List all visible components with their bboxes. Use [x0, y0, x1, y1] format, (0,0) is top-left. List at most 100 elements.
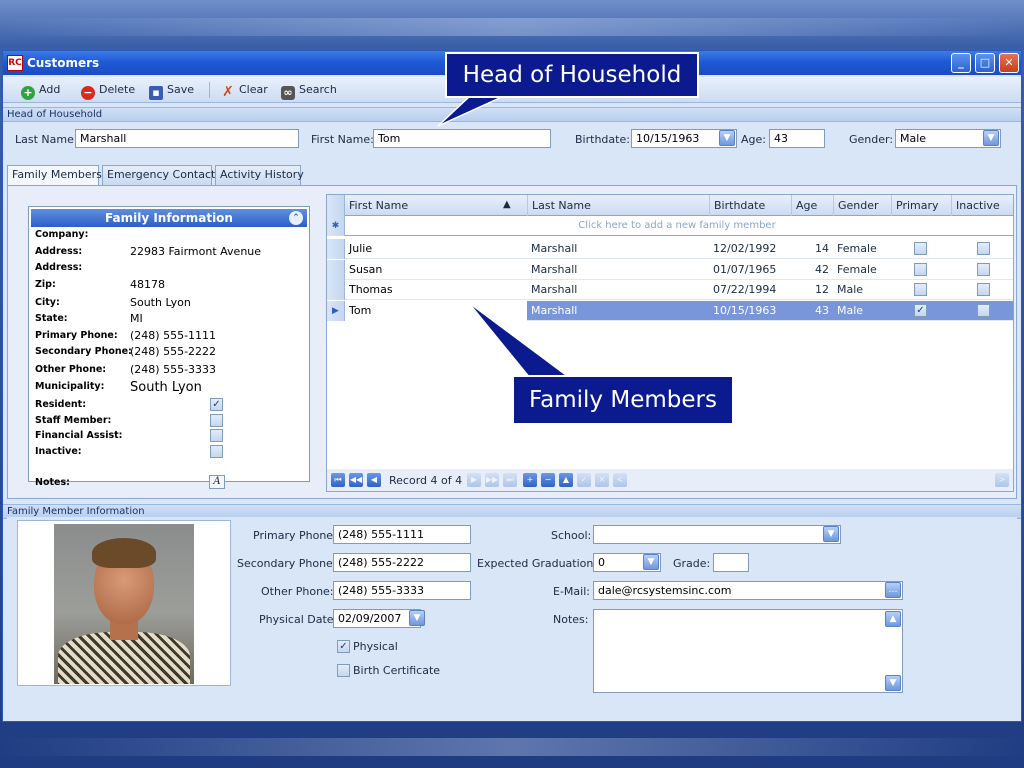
clear-button[interactable]: ✗ Clear: [221, 81, 268, 99]
family-members-callout-pointer: [467, 301, 573, 379]
grade-input[interactable]: [713, 553, 749, 572]
school-dropdown-button[interactable]: ▼: [823, 526, 839, 542]
inactive-checkbox[interactable]: [977, 283, 990, 296]
collapse-icon[interactable]: ⌃: [289, 211, 303, 225]
other-phone-input[interactable]: (248) 555-3333: [333, 581, 471, 600]
table-cell[interactable]: Thomas: [345, 280, 527, 300]
column-birthdate[interactable]: Birthdate: [709, 195, 791, 216]
row-indicator[interactable]: [327, 259, 345, 280]
primary-checkbox[interactable]: ✓: [914, 303, 927, 317]
search-button[interactable]: ∞ Search: [281, 81, 337, 100]
table-cell[interactable]: Marshall: [527, 280, 709, 300]
table-row[interactable]: Susan Marshall 01/07/1965 42 Female: [327, 259, 1013, 280]
info-flag-checkbox[interactable]: [210, 444, 223, 458]
email-ellipsis-button[interactable]: …: [885, 582, 901, 598]
table-cell[interactable]: 07/22/1994: [709, 280, 791, 300]
table-cell[interactable]: 12/02/1992: [709, 239, 791, 259]
tab-emergency-contacts[interactable]: Emergency Contacts: [102, 165, 221, 185]
info-field-value: 48178: [130, 277, 165, 291]
row-indicator[interactable]: [327, 280, 345, 300]
table-cell[interactable]: Female: [833, 239, 891, 259]
physical-checkbox[interactable]: ✓: [337, 640, 350, 653]
physical-date-dropdown-button[interactable]: ▼: [409, 610, 425, 626]
family-information-header: Family Information ⌃: [31, 209, 307, 227]
cancel-record-button[interactable]: ✕: [595, 473, 609, 487]
table-cell[interactable]: 12: [791, 280, 833, 300]
info-flag-checkbox[interactable]: ✓: [210, 398, 223, 411]
column-first-name[interactable]: First Name: [345, 195, 527, 216]
add-icon: +: [21, 86, 35, 100]
minimize-button[interactable]: _: [951, 53, 971, 73]
table-cell[interactable]: Julie: [345, 239, 527, 259]
delete-button[interactable]: − Delete: [81, 81, 135, 100]
row-indicator[interactable]: [327, 239, 345, 259]
primary-phone-input[interactable]: (248) 555-1111: [333, 525, 471, 544]
info-field-label: Other Phone:: [35, 364, 107, 375]
table-cell[interactable]: 14: [791, 239, 833, 259]
column-inactive[interactable]: Inactive: [951, 195, 1015, 216]
primary-checkbox[interactable]: [914, 283, 927, 296]
table-row[interactable]: Julie Marshall 12/02/1992 14 Female: [327, 239, 1013, 259]
table-cell[interactable]: 01/07/1965: [709, 260, 791, 280]
birthdate-dropdown-button[interactable]: ▼: [719, 130, 735, 146]
email-input[interactable]: dale@rcsystemsinc.com: [593, 581, 903, 600]
school-select[interactable]: [593, 525, 841, 544]
gender-label: Gender:: [849, 133, 894, 146]
notes-scroll-down-button[interactable]: ▼: [885, 675, 901, 691]
info-flag-checkbox[interactable]: [210, 413, 223, 427]
table-cell[interactable]: Female: [833, 260, 891, 280]
close-button[interactable]: ✕: [999, 53, 1019, 73]
age-input[interactable]: 43: [769, 129, 825, 148]
table-cell[interactable]: 42: [791, 260, 833, 280]
info-flag-checkbox[interactable]: [210, 429, 223, 442]
table-row[interactable]: ▶ Tom Marshall 10/15/1963 43 Male ✓: [327, 300, 1013, 321]
info-field-value: MI: [130, 312, 143, 325]
scroll-left-button[interactable]: <: [613, 473, 627, 487]
notes-scroll-up-button[interactable]: ▲: [885, 611, 901, 627]
table-cell[interactable]: 43: [791, 301, 833, 321]
first-name-input[interactable]: Tom: [373, 129, 551, 148]
table-cell[interactable]: Susan: [345, 260, 527, 280]
inactive-checkbox[interactable]: [977, 262, 990, 276]
birth-certificate-checkbox[interactable]: [337, 664, 350, 677]
save-button[interactable]: ▪ Save: [149, 81, 194, 100]
notes-editor-icon[interactable]: A: [209, 475, 225, 489]
delete-record-button[interactable]: −: [541, 473, 555, 487]
inactive-checkbox[interactable]: [977, 303, 990, 317]
table-cell[interactable]: Marshall: [527, 239, 709, 259]
inactive-checkbox[interactable]: [977, 242, 990, 255]
physical-date-input[interactable]: 02/09/2007: [333, 609, 421, 628]
table-cell[interactable]: Male: [833, 280, 891, 300]
save-record-button[interactable]: ✓: [577, 473, 591, 487]
primary-checkbox[interactable]: [914, 242, 927, 255]
edit-record-button[interactable]: ▲: [559, 473, 573, 487]
column-age[interactable]: Age: [791, 195, 833, 216]
last-name-input[interactable]: Marshall: [75, 129, 299, 148]
tab-activity-history[interactable]: Activity History: [215, 165, 304, 185]
table-row[interactable]: Thomas Marshall 07/22/1994 12 Male: [327, 280, 1013, 300]
append-record-button[interactable]: +: [523, 473, 537, 487]
first-record-button[interactable]: ⏮: [331, 473, 345, 487]
scroll-right-button[interactable]: >: [995, 473, 1009, 487]
column-gender[interactable]: Gender: [833, 195, 891, 216]
row-indicator[interactable]: ▶: [327, 300, 345, 321]
last-record-button[interactable]: ⏭: [503, 473, 517, 487]
expected-graduation-dropdown-button[interactable]: ▼: [643, 554, 659, 570]
tab-family-members[interactable]: Family Members: [7, 165, 102, 186]
gender-dropdown-button[interactable]: ▼: [983, 130, 999, 146]
notes-textarea[interactable]: [593, 609, 903, 693]
maximize-button[interactable]: □: [975, 53, 995, 73]
next-record-button[interactable]: ▶: [467, 473, 481, 487]
secondary-phone-input[interactable]: (248) 555-2222: [333, 553, 471, 572]
table-cell[interactable]: Male: [833, 301, 891, 321]
previous-page-button[interactable]: ◀◀: [349, 473, 363, 487]
column-last-name[interactable]: Last Name: [527, 195, 709, 216]
next-page-button[interactable]: ▶▶: [485, 473, 499, 487]
add-new-row[interactable]: ✱ Click here to add a new family member: [327, 216, 1013, 236]
table-cell[interactable]: Marshall: [527, 260, 709, 280]
previous-record-button[interactable]: ◀: [367, 473, 381, 487]
add-button[interactable]: + Add: [21, 81, 60, 100]
column-primary[interactable]: Primary: [891, 195, 951, 216]
table-cell[interactable]: 10/15/1963: [709, 301, 791, 321]
primary-checkbox[interactable]: [914, 262, 927, 276]
